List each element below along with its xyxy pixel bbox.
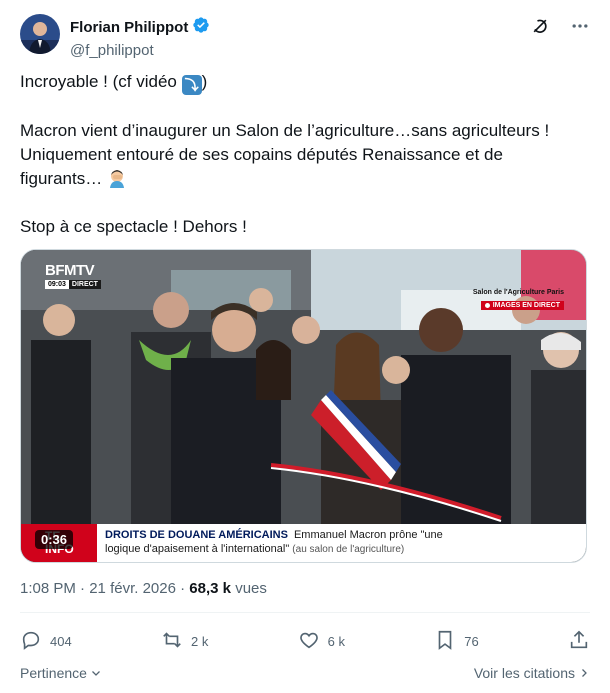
repost-button[interactable]: 2 k [161, 629, 208, 654]
repost-icon [161, 629, 183, 654]
view-quotes-label: Voir les citations [473, 665, 575, 681]
like-count: 6 k [327, 633, 345, 649]
ticker-subline: logique d'apaisement à l'international" [105, 543, 290, 555]
chevron-right-icon [578, 667, 590, 679]
tweet-line-text: Incroyable ! (cf vidéo [20, 72, 182, 91]
avatar[interactable] [20, 14, 60, 54]
tweet-line: Macron vient d’inaugurer un Salon de l’a… [20, 121, 550, 140]
tweet-actions: 404 2 k 6 k 76 [20, 624, 590, 658]
news-ticker: TE INFO DROITS DE DOUANE AMÉRICAINSEmman… [21, 524, 586, 562]
like-button[interactable]: 6 k [298, 629, 345, 654]
tweet-line-text: figurants… [20, 169, 107, 188]
chevron-down-icon [90, 667, 102, 679]
tweet-line: Uniquement entouré de ses copains député… [20, 145, 503, 164]
live-badge: IMAGES EN DIRECT [480, 301, 564, 310]
tweet-date[interactable]: 21 févr. 2026 [89, 580, 176, 597]
clock-time: 09:03 [45, 280, 69, 289]
views-label: vues [235, 580, 267, 597]
arrow-down-emoji-icon: ⤵ [181, 75, 202, 95]
sort-label: Pertinence [20, 665, 87, 681]
repost-count: 2 k [190, 633, 209, 649]
author-block: Florian Philippot @f_philippot [70, 16, 210, 59]
tweet-time[interactable]: 1:08 PM [20, 580, 76, 597]
reply-count: 404 [50, 633, 72, 649]
reply-icon [20, 629, 42, 654]
author-handle[interactable]: @f_philippot [70, 42, 210, 59]
location-label: Salon de l'Agriculture Paris [472, 289, 564, 296]
tweet-line-end: ) [201, 72, 208, 91]
clock-tag: DIRECT [68, 280, 101, 289]
bookmark-count: 76 [464, 633, 479, 649]
meta-separator: · [180, 580, 186, 597]
more-icon[interactable] [570, 16, 590, 36]
bookmark-icon [434, 629, 456, 654]
ticker-subline: Emmanuel Macron prône "une [293, 529, 443, 541]
channel-logo: BFMTV [45, 262, 95, 279]
grok-icon[interactable] [530, 16, 550, 36]
broadcast-clock: 09:03 DIRECT [45, 280, 101, 289]
tweet-line: Stop à ce spectacle ! Dehors ! [20, 217, 247, 236]
tweet-text: Incroyable ! (cf vidéo ⤵) Macron vient d… [20, 70, 590, 239]
share-button[interactable] [568, 629, 590, 654]
tweet-line: Incroyable ! (cf vidéo ⤵) [20, 70, 590, 95]
live-label: IMAGES EN DIRECT [492, 302, 560, 309]
ticker-note: (au salon de l'agriculture) [292, 544, 405, 555]
replies-footer: Pertinence Voir les citations [20, 665, 590, 681]
views-count: 68,3 k [189, 580, 232, 597]
facepalm-emoji-icon [107, 168, 127, 188]
heart-icon [298, 629, 320, 654]
divider [20, 612, 590, 613]
video-duration: 0:36 [35, 530, 74, 549]
live-dot-icon [484, 303, 490, 308]
meta-separator: · [80, 580, 86, 597]
sort-dropdown[interactable]: Pertinence [20, 665, 102, 681]
tweet-line: figurants… [20, 167, 590, 191]
share-icon [568, 629, 590, 654]
video-frame [21, 250, 586, 562]
tweet-meta: 1:08 PM · 21 févr. 2026 · 68,3 k vues [20, 580, 267, 597]
ticker-headline: DROITS DE DOUANE AMÉRICAINS [105, 529, 288, 541]
reply-button[interactable]: 404 [20, 629, 72, 654]
author-name[interactable]: Florian Philippot [70, 19, 188, 36]
video-player[interactable]: BFMTV 09:03 DIRECT Salon de l'Agricultur… [20, 249, 587, 563]
bookmark-button[interactable]: 76 [434, 629, 479, 654]
verified-badge-icon [192, 16, 210, 39]
tweet-header: Florian Philippot @f_philippot [20, 14, 590, 59]
view-quotes-link[interactable]: Voir les citations [474, 665, 590, 681]
